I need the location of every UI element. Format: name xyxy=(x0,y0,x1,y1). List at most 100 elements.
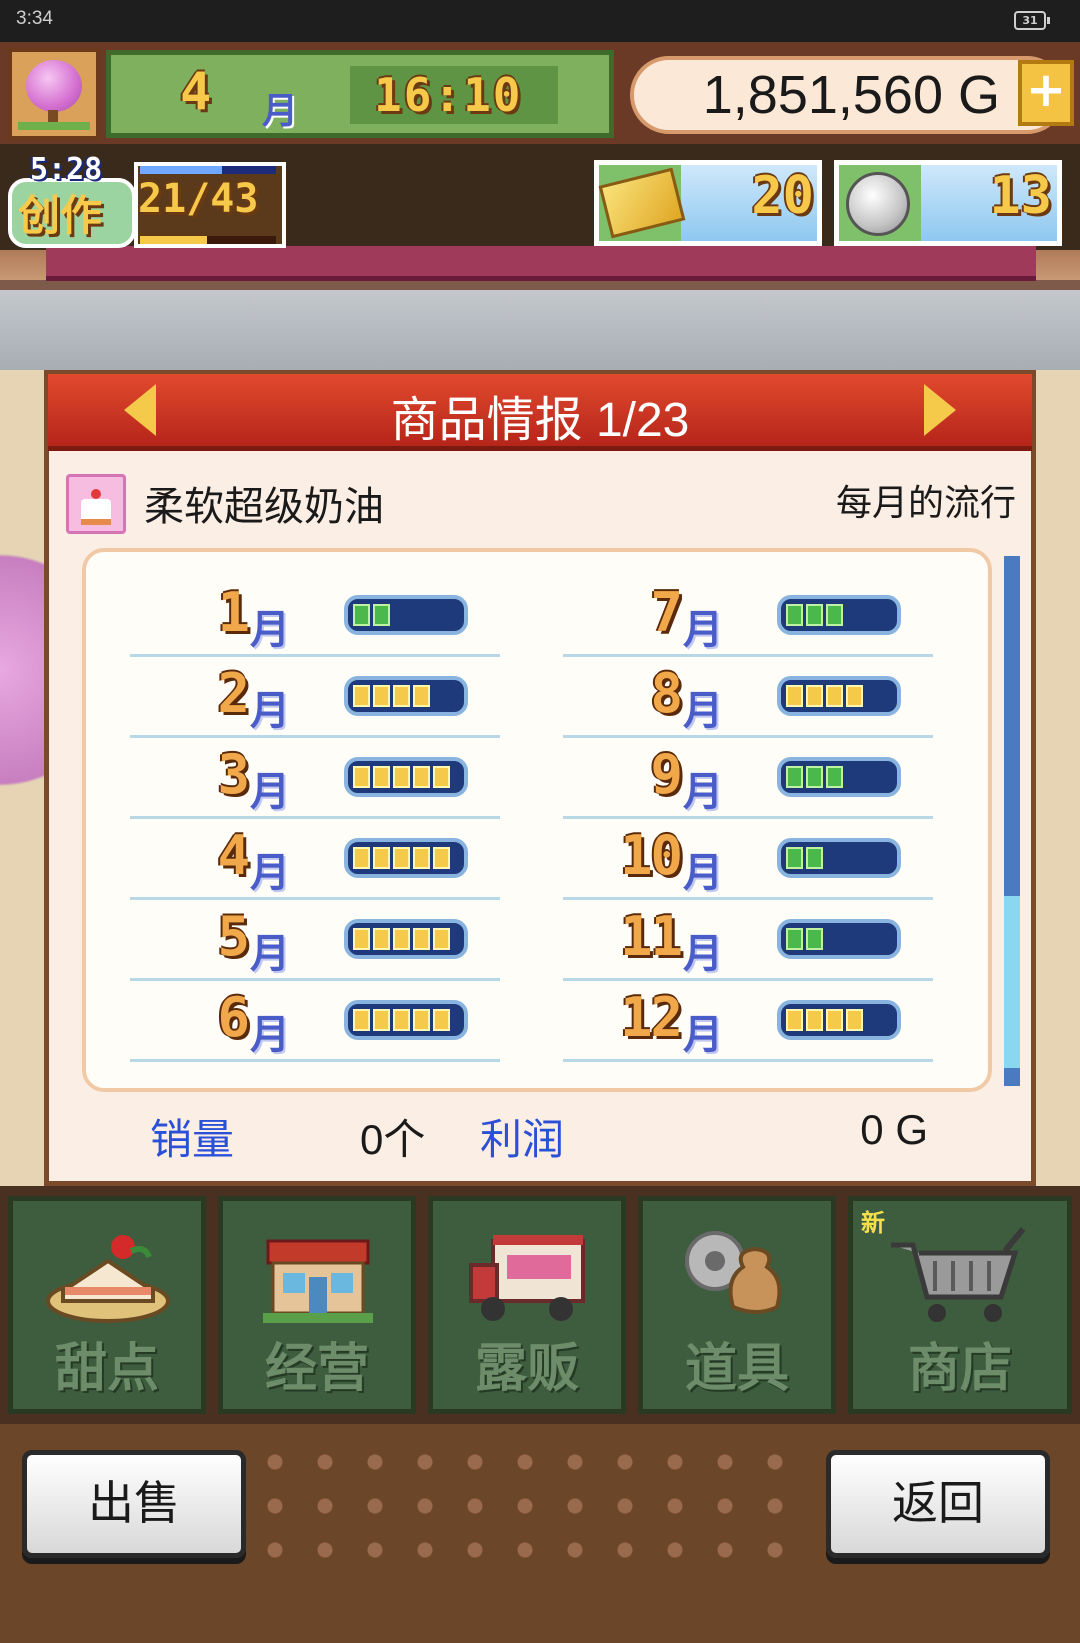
food-truck-icon xyxy=(469,1235,585,1321)
month-number: 4 xyxy=(180,62,212,122)
popularity-segment xyxy=(353,928,370,950)
footer-pattern xyxy=(250,1440,810,1580)
gold-ticket-count: 20 xyxy=(751,166,814,226)
month-row-6: 6月 xyxy=(130,982,500,1062)
monthly-trend-label: 每月的流行 xyxy=(835,482,1016,523)
popularity-segment xyxy=(413,928,430,950)
status-time: 3:34 xyxy=(16,8,53,29)
month-number: 4 xyxy=(217,824,249,887)
month-row-7: 7月 xyxy=(563,577,933,657)
popularity-bar xyxy=(344,1000,468,1040)
add-money-button[interactable]: + xyxy=(1018,60,1074,126)
shopping-cart-icon xyxy=(891,1227,1026,1322)
nav-store[interactable]: 新 商店 xyxy=(848,1196,1072,1414)
month-row-9: 9月 xyxy=(563,739,933,819)
month-row-5: 5月 xyxy=(130,901,500,981)
month-unit: 月 xyxy=(250,850,290,896)
month-number: 7 xyxy=(650,581,682,644)
month-number: 2 xyxy=(217,662,249,725)
month-number: 9 xyxy=(650,743,682,806)
next-arrow-icon[interactable] xyxy=(924,384,956,436)
month-unit: 月 xyxy=(683,1012,723,1058)
month-row-11: 11 月 xyxy=(563,901,933,981)
scrollbar-thumb[interactable] xyxy=(1004,556,1020,896)
popularity-segment xyxy=(353,847,370,869)
month-unit: 月 xyxy=(250,931,290,977)
popularity-segment xyxy=(413,847,430,869)
month-number: 11 xyxy=(619,905,683,968)
profit-label: 利润 xyxy=(480,1116,565,1163)
month-unit: 月 xyxy=(683,769,723,815)
status-bar: 3:34 31 xyxy=(0,0,1080,42)
month-unit: 月 xyxy=(683,607,723,653)
nav-street-stall-label: 露贩 xyxy=(474,1339,579,1399)
popularity-segment xyxy=(413,1009,430,1031)
popularity-segment xyxy=(373,685,390,707)
month-unit: 月 xyxy=(250,1012,290,1058)
popularity-segment xyxy=(826,604,843,626)
dialog-title: 商品情报 1/23 xyxy=(390,394,690,447)
popularity-segment xyxy=(806,928,823,950)
creation-progress: 21/43 xyxy=(138,176,259,222)
month-unit: 月 xyxy=(683,688,723,734)
popularity-segment xyxy=(826,685,843,707)
nav-street-stall[interactable]: 露贩 xyxy=(428,1196,626,1414)
month-unit: 月 xyxy=(262,91,299,132)
month-row-10: 10 月 xyxy=(563,820,933,900)
scrollbar-end xyxy=(1004,1068,1020,1086)
item-name: 柔软超级奶油 xyxy=(144,485,384,529)
popularity-segment xyxy=(806,766,823,788)
prev-arrow-icon[interactable] xyxy=(124,384,156,436)
popularity-segment xyxy=(393,766,410,788)
popularity-segment xyxy=(373,604,390,626)
creation-label: 创作 xyxy=(18,191,103,240)
popularity-segment xyxy=(393,847,410,869)
popularity-segment xyxy=(433,928,450,950)
sell-button[interactable]: 出售 xyxy=(22,1450,246,1558)
back-button[interactable]: 返回 xyxy=(826,1450,1050,1558)
nav-dessert[interactable]: 甜点 xyxy=(8,1196,206,1414)
cherry-tree-icon xyxy=(26,60,82,112)
items-bag-icon xyxy=(685,1231,782,1314)
sales-label: 销量 xyxy=(150,1116,235,1163)
popularity-segment xyxy=(806,604,823,626)
popularity-segment xyxy=(786,928,803,950)
popularity-segment xyxy=(353,1009,370,1031)
popularity-segment xyxy=(353,604,370,626)
month-row-2: 2月 xyxy=(130,658,500,738)
popularity-segment xyxy=(806,685,823,707)
popularity-bar xyxy=(777,757,901,797)
new-badge: 新 xyxy=(861,1209,885,1237)
month-unit: 月 xyxy=(683,931,723,977)
popularity-segment xyxy=(353,766,370,788)
month-row-4: 4月 xyxy=(130,820,500,900)
shop-awning xyxy=(46,246,1036,281)
popularity-segment xyxy=(373,847,390,869)
popularity-bar xyxy=(344,757,468,797)
silver-medal-count: 13 xyxy=(989,166,1052,226)
popularity-segment xyxy=(413,766,430,788)
creation-progress-bar xyxy=(140,236,276,244)
shop-avatar[interactable] xyxy=(8,48,100,140)
popularity-segment xyxy=(826,766,843,788)
popularity-segment xyxy=(373,1009,390,1031)
nav-items-label: 道具 xyxy=(684,1339,789,1399)
popularity-segment xyxy=(433,766,450,788)
profit-value: 0 G xyxy=(860,1106,928,1153)
month-number: 6 xyxy=(217,986,249,1049)
popularity-segment xyxy=(786,604,803,626)
game-clock: 16:10 xyxy=(374,68,523,122)
month-number: 3 xyxy=(217,743,249,806)
month-row-8: 8月 xyxy=(563,658,933,738)
popularity-bar xyxy=(777,595,901,635)
popularity-bar xyxy=(777,838,901,878)
popularity-segment xyxy=(373,928,390,950)
nav-items[interactable]: 道具 xyxy=(638,1196,836,1414)
month-number: 5 xyxy=(217,905,249,968)
battery-icon: 31 xyxy=(1014,11,1050,30)
popularity-segment xyxy=(786,685,803,707)
nav-management[interactable]: 经营 xyxy=(218,1196,416,1414)
popularity-segment xyxy=(826,1009,843,1031)
popularity-segment xyxy=(786,847,803,869)
month-unit: 月 xyxy=(250,688,290,734)
